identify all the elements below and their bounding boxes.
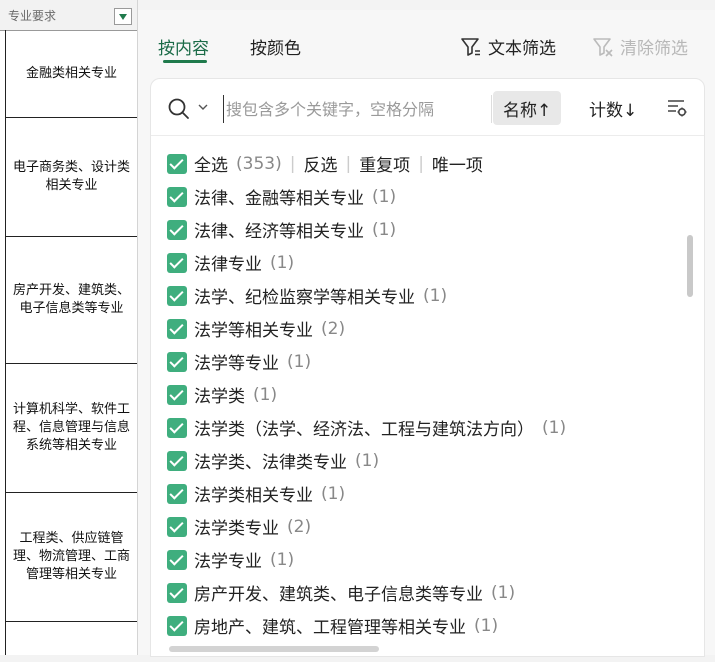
table-cell[interactable]: 房产开发、建筑类、电子信息类等专业 — [6, 237, 137, 364]
divider: | — [418, 153, 424, 174]
item-count: (1) — [321, 483, 346, 504]
column-header[interactable]: 专业要求 — [0, 0, 137, 31]
checkbox-checked[interactable] — [167, 318, 187, 339]
item-label: 法学等相关专业 — [194, 321, 313, 341]
divider: | — [345, 153, 352, 174]
item-count: (2) — [321, 318, 346, 339]
table-cell[interactable]: 金融类相关专业 — [6, 30, 137, 118]
item-label: 房地产、建筑、工程管理等相关专业 — [194, 618, 466, 638]
checkbox-checked[interactable] — [167, 384, 187, 405]
item-count: (1) — [372, 219, 397, 240]
chevron-down-icon[interactable] — [197, 101, 209, 113]
search-icon[interactable] — [167, 97, 191, 121]
item-label: 房产开发、建筑类、电子信息类等专业 — [194, 585, 483, 605]
item-label: 法律专业 — [194, 255, 262, 275]
duplicates-link[interactable]: 重复项 — [359, 151, 410, 176]
item-count: (1) — [355, 450, 380, 471]
list-settings-icon[interactable] — [666, 97, 688, 119]
column-header-label: 专业要求 — [8, 9, 57, 23]
filter-item-list: 全选 (353) | 反选 | 重复项 | 唯一项 法律、金融等相关专业 (1) 法… — [167, 147, 677, 642]
checkbox-checked[interactable] — [167, 417, 187, 438]
select-all-label: 全选 — [194, 156, 228, 176]
filter-list-item[interactable]: 法律、金融等相关专业 (1) — [167, 180, 677, 213]
checkbox-checked[interactable] — [167, 582, 187, 603]
filter-list-item[interactable]: 法学等相关专业 (2) — [167, 312, 677, 345]
item-label: 法学类 — [194, 387, 245, 407]
filter-list-item[interactable]: 法学类、法律类专业 (1) — [167, 444, 677, 477]
filter-list-item[interactable]: 法律、经济等相关专业 (1) — [167, 213, 677, 246]
sort-by-count-button[interactable]: 计数↓ — [579, 91, 647, 125]
item-label: 法律、经济等相关专业 — [194, 222, 364, 242]
item-label: 法学、纪检监察学等相关专业 — [194, 288, 415, 308]
checkbox-checked[interactable] — [167, 252, 187, 273]
filter-list-item[interactable]: 法学类（法学、经济法、工程与建筑法方向） (1) — [167, 411, 677, 444]
table-cell[interactable]: 电子商务类、设计类相关专业 — [6, 118, 137, 237]
checkbox-checked[interactable] — [167, 351, 187, 372]
funnel-icon — [461, 37, 480, 56]
clear-filter-icon — [593, 37, 613, 57]
item-count: (1) — [253, 384, 278, 405]
divider: | — [289, 153, 296, 174]
item-label: 法学类（法学、经济法、工程与建筑法方向） — [194, 420, 534, 440]
select-all-count: (353) — [236, 153, 282, 174]
filter-list-item[interactable]: 法学、纪检监察学等相关专业 (1) — [167, 279, 677, 312]
checkbox-checked[interactable] — [167, 615, 187, 636]
checkbox-checked[interactable] — [167, 549, 187, 570]
vertical-scrollbar[interactable] — [687, 235, 693, 297]
item-count: (1) — [491, 582, 516, 603]
active-tab-indicator — [163, 60, 207, 63]
checkbox-checked[interactable] — [167, 153, 187, 174]
item-label: 法学类、法律类专业 — [194, 453, 347, 473]
checkbox-checked[interactable] — [167, 219, 187, 240]
filter-list-item[interactable]: 法律专业 (1) — [167, 246, 677, 279]
filter-list-item[interactable]: 法学等专业 (1) — [167, 345, 677, 378]
item-count: (1) — [372, 186, 397, 207]
tab-by-color[interactable]: 按颜色 — [250, 34, 301, 59]
filter-list-item[interactable]: 房地产、建筑、工程管理等相关专业 (1) — [167, 609, 677, 642]
invert-selection-link[interactable]: 反选 — [303, 151, 337, 176]
sort-by-name-button[interactable]: 名称↑ — [493, 91, 562, 125]
search-input[interactable] — [223, 95, 488, 123]
clear-filter-label: 清除筛选 — [620, 39, 688, 59]
filter-panel: 按内容 按颜色 文本筛选 清除筛选 名称↑ 计数↓ — [138, 10, 715, 657]
item-count: (1) — [270, 549, 295, 570]
filter-list-item[interactable]: 法学专业 (1) — [167, 543, 677, 576]
spreadsheet-column: 专业要求 金融类相关专业 电子商务类、设计类相关专业 房产开发、建筑类、电子信息… — [0, 0, 138, 655]
unique-link[interactable]: 唯一项 — [432, 151, 483, 176]
item-count: (1) — [423, 285, 448, 306]
item-count: (1) — [474, 615, 499, 636]
filter-dropdown-icon[interactable] — [114, 8, 132, 25]
filter-list-box: 名称↑ 计数↓ 全选 (353) | 反选 | 重复项 | 唯一项 法律、金融等… — [150, 78, 705, 657]
filter-list-item[interactable]: 房产开发、建筑类、电子信息类等专业 (1) — [167, 576, 677, 609]
filter-list-item[interactable]: 法学类专业 (2) — [167, 510, 677, 543]
clear-filter-button[interactable]: 清除筛选 — [592, 34, 688, 59]
table-cell[interactable]: 工程类、供应链管理、物流管理、工商管理等相关专业 — [6, 493, 137, 622]
item-label: 法学等专业 — [194, 354, 279, 374]
item-label: 法学专业 — [194, 552, 262, 572]
text-filter-button[interactable]: 文本筛选 — [460, 34, 556, 59]
search-row: 名称↑ 计数↓ — [151, 79, 704, 136]
table-cell[interactable]: 计算机科学、软件工程、信息管理与信息系统等相关专业 — [6, 364, 137, 493]
item-count: (1) — [270, 252, 295, 273]
checkbox-checked[interactable] — [167, 186, 187, 207]
item-count: (1) — [542, 417, 567, 438]
checkbox-checked[interactable] — [167, 483, 187, 504]
checkbox-checked[interactable] — [167, 516, 187, 537]
item-label: 法学类相关专业 — [194, 486, 313, 506]
item-rows: 法律、金融等相关专业 (1) 法律、经济等相关专业 (1) 法律专业 (1) 法学、纪检监察… — [167, 180, 677, 642]
item-label: 法学类专业 — [194, 519, 279, 539]
item-count: (2) — [287, 516, 312, 537]
item-label: 法律、金融等相关专业 — [194, 189, 364, 209]
filter-list-item[interactable]: 法学类 (1) — [167, 378, 677, 411]
text-filter-label: 文本筛选 — [488, 39, 556, 59]
item-count: (1) — [287, 351, 312, 372]
checkbox-checked[interactable] — [167, 450, 187, 471]
horizontal-scrollbar[interactable] — [169, 646, 379, 652]
tab-by-content[interactable]: 按内容 — [158, 34, 209, 59]
divider — [491, 95, 492, 123]
checkbox-checked[interactable] — [167, 285, 187, 306]
filter-list-item[interactable]: 法学类相关专业 (1) — [167, 477, 677, 510]
table-cell[interactable] — [6, 622, 137, 662]
select-all-row[interactable]: 全选 (353) | 反选 | 重复项 | 唯一项 — [167, 147, 677, 180]
